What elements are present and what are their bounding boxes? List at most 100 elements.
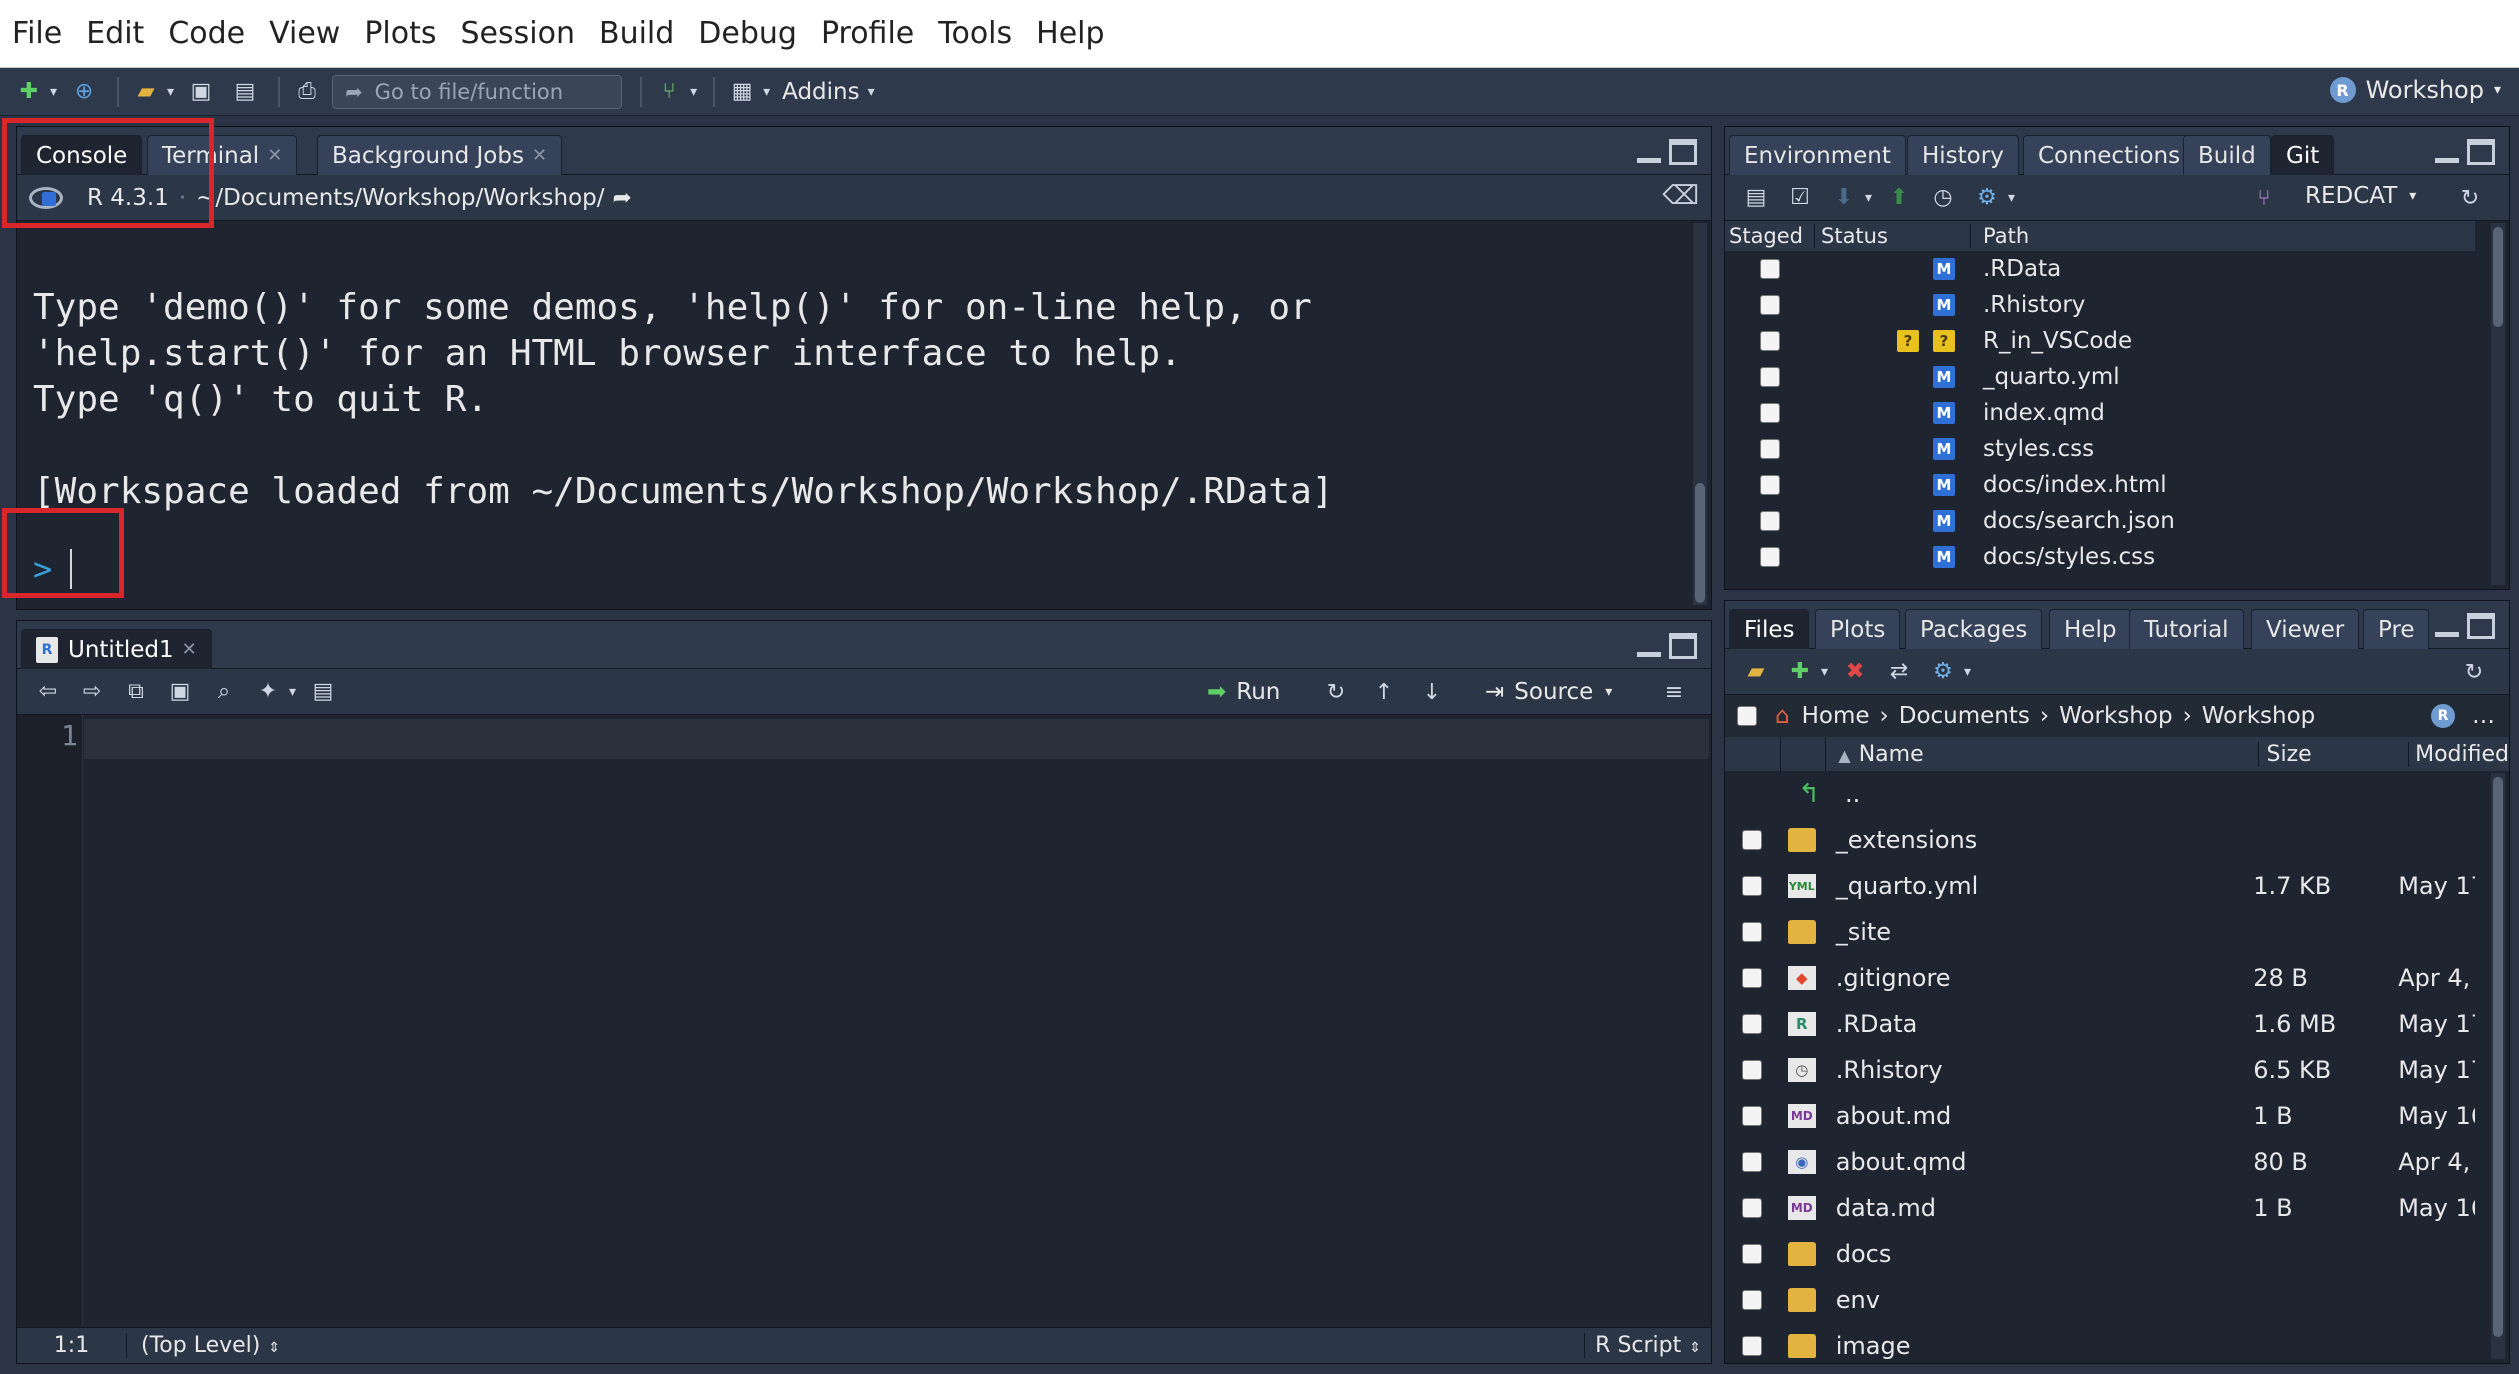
delete-icon[interactable]: ✖ (1836, 657, 1874, 687)
refresh-icon[interactable]: ↻ (2455, 657, 2493, 687)
file-checkbox[interactable] (1742, 968, 1763, 988)
file-type-selector[interactable]: R Script ⇕ (1584, 1333, 1701, 1358)
staged-checkbox[interactable] (1760, 331, 1780, 351)
save-icon[interactable]: ▣ (161, 677, 199, 707)
git-row[interactable]: Mdocs/index.html (1725, 467, 2475, 503)
menu-plots[interactable]: Plots (364, 16, 436, 51)
show-in-window-icon[interactable]: ⧉ (117, 677, 155, 707)
file-row[interactable]: env (1725, 1277, 2475, 1323)
file-checkbox[interactable] (1742, 1014, 1763, 1034)
staged-checkbox[interactable] (1760, 259, 1780, 279)
menu-help[interactable]: Help (1036, 16, 1104, 51)
file-row[interactable]: MD data.md1 B May 16, (1725, 1185, 2475, 1231)
modified-header[interactable]: Modified (2409, 742, 2509, 767)
file-name[interactable]: image (1824, 1332, 2246, 1360)
chevron-down-icon[interactable]: ▾ (1821, 664, 1828, 680)
breadcrumb-workshop-current[interactable]: Workshop (2202, 703, 2315, 729)
vcs-icon[interactable]: ⑂ (650, 77, 688, 107)
minimize-icon[interactable] (1637, 139, 1661, 163)
branch-selector[interactable]: REDCAT ▾ (2305, 183, 2416, 209)
menu-debug[interactable]: Debug (698, 16, 797, 51)
console-scrollbar[interactable] (1693, 223, 1707, 605)
git-row[interactable]: Mindex.qmd (1725, 395, 2475, 431)
git-row[interactable]: M .RData (1725, 251, 2475, 287)
menu-code[interactable]: Code (168, 16, 245, 51)
chevron-down-icon[interactable]: ▾ (1865, 190, 1872, 206)
minimize-icon[interactable] (2435, 139, 2459, 163)
new-folder-icon[interactable]: ▰ (1737, 657, 1775, 687)
tab-files[interactable]: Files (1729, 609, 1810, 649)
maximize-icon[interactable] (2467, 139, 2495, 165)
staged-checkbox[interactable] (1760, 475, 1780, 495)
code-tools-wand-icon[interactable]: ✦ (249, 677, 287, 707)
maximize-icon[interactable] (1669, 139, 1697, 165)
tab-untitled1[interactable]: R Untitled1 ✕ (21, 629, 212, 669)
staged-checkbox[interactable] (1760, 403, 1780, 423)
chevron-down-icon[interactable]: ▾ (289, 684, 296, 700)
breadcrumb-home[interactable]: Home (1802, 703, 1870, 729)
staged-checkbox[interactable] (1760, 295, 1780, 315)
menu-edit[interactable]: Edit (86, 16, 144, 51)
file-checkbox[interactable] (1742, 1198, 1763, 1218)
forward-arrow-icon[interactable]: ⇨ (73, 677, 111, 707)
file-row[interactable]: ◉ about.qmd80 B Apr 4, 2 (1725, 1139, 2475, 1185)
pull-icon[interactable]: ⬇ (1825, 183, 1863, 213)
print-icon[interactable]: ⎙ (288, 77, 326, 107)
file-name[interactable]: .gitignore (1824, 964, 2246, 992)
git-row[interactable]: M .Rhistory (1725, 287, 2475, 323)
save-icon[interactable]: ▣ (182, 77, 220, 107)
git-scrollbar[interactable] (2491, 223, 2505, 585)
scrollbar-thumb[interactable] (2493, 777, 2503, 1337)
menu-file[interactable]: File (12, 16, 62, 51)
file-row[interactable]: ◆ .gitignore28 B Apr 4, 2 (1725, 955, 2475, 1001)
menu-session[interactable]: Session (461, 16, 575, 51)
chevron-down-icon[interactable]: ▾ (868, 84, 875, 100)
compile-report-icon[interactable]: ▤ (304, 677, 342, 707)
file-name[interactable]: data.md (1824, 1194, 2246, 1222)
parent-directory-row[interactable]: ↰.. (1725, 771, 2475, 817)
addins-button[interactable]: Addins (782, 79, 859, 105)
maximize-icon[interactable] (1669, 633, 1697, 659)
menu-build[interactable]: Build (599, 16, 674, 51)
staged-checkbox[interactable] (1760, 439, 1780, 459)
console-input[interactable]: > (33, 539, 1633, 599)
tab-tutorial[interactable]: Tutorial (2129, 609, 2244, 649)
tab-connections[interactable]: Connections (2023, 135, 2196, 175)
menu-tools[interactable]: Tools (938, 16, 1012, 51)
git-row[interactable]: M _quarto.yml (1725, 359, 2475, 395)
file-checkbox[interactable] (1742, 1152, 1763, 1172)
refresh-icon[interactable]: ↻ (2451, 183, 2489, 213)
file-name[interactable]: docs (1824, 1240, 2246, 1268)
file-name[interactable]: about.qmd (1824, 1148, 2246, 1176)
new-file-icon[interactable]: ✚ (10, 77, 48, 107)
close-icon[interactable]: ✕ (267, 145, 282, 166)
file-name[interactable]: _quarto.yml (1824, 872, 2246, 900)
chevron-down-icon[interactable]: ▾ (1964, 664, 1971, 680)
file-name[interactable]: about.md (1824, 1102, 2246, 1130)
back-arrow-icon[interactable]: ⇦ (29, 677, 67, 707)
git-row[interactable]: ?? R_in_VSCode (1725, 323, 2475, 359)
file-name[interactable]: _site (1824, 918, 2246, 946)
file-row[interactable]: _extensions (1725, 817, 2475, 863)
tab-packages[interactable]: Packages (1905, 609, 2043, 649)
path-header[interactable]: Path (1971, 224, 2029, 248)
r-project-icon[interactable]: R (2431, 704, 2455, 728)
tab-presentation[interactable]: Pre (2363, 609, 2429, 649)
file-checkbox[interactable] (1742, 830, 1763, 850)
size-header[interactable]: Size (2259, 741, 2410, 767)
console-path[interactable]: ~/Documents/Workshop/Workshop/ (196, 185, 604, 211)
file-checkbox[interactable] (1742, 876, 1763, 896)
tab-background-jobs[interactable]: Background Jobs ✕ (317, 135, 563, 175)
new-blank-file-icon[interactable]: ✚ (1781, 657, 1819, 687)
minimize-icon[interactable] (1637, 633, 1661, 657)
file-row[interactable]: R .RData1.6 MB May 17, (1725, 1001, 2475, 1047)
down-arrow-icon[interactable]: ↓ (1413, 677, 1451, 707)
files-scrollbar[interactable] (2491, 773, 2505, 1359)
project-menu[interactable]: R Workshop ▾ (2329, 76, 2501, 104)
file-checkbox[interactable] (1742, 1244, 1763, 1264)
breadcrumb-workshop[interactable]: Workshop (2059, 703, 2172, 729)
menu-profile[interactable]: Profile (821, 16, 914, 51)
close-icon[interactable]: ✕ (532, 145, 547, 166)
source-button[interactable]: ⇥ Source ▾ (1485, 675, 1612, 709)
tab-git[interactable]: Git (2271, 135, 2335, 175)
